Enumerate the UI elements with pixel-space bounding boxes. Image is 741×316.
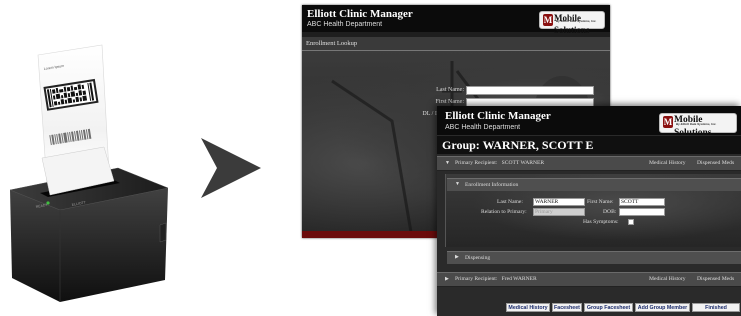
primary-recipient-bar[interactable]: ▶ Primary Recipient: Fred WARNER Medical… (437, 272, 741, 287)
relation-label: Relation to Primary: (481, 209, 527, 215)
add-group-member-button[interactable]: Add Group Member (635, 303, 690, 312)
card-reader-drawing: Lorem Ipsum READY ELLIOTT (9, 44, 169, 302)
app-header: Elliott Clinic Manager ABC Health Depart… (437, 106, 741, 138)
reader-body: READY ELLIOTT (9, 146, 169, 302)
expand-toggle-icon[interactable]: ▶ (445, 273, 449, 286)
dob-label: DOB: (603, 209, 617, 215)
action-button-row: Medical History Facesheet Group Faceshee… (437, 298, 741, 316)
dispensing-section-bar[interactable]: ▶ Dispensing (447, 251, 741, 264)
dispensing-section-title: Dispensing (465, 255, 491, 261)
card-reader-illustration: Lorem Ipsum READY ELLIOTT (0, 40, 175, 310)
logo-letter: M (663, 116, 673, 128)
primary-recipient-bar[interactable]: ▼ Primary Recipient: SCOTT WARNER Medica… (437, 156, 741, 171)
first-name-label: First Name: (435, 99, 465, 105)
group-title: Group: WARNER, SCOTT E (437, 136, 741, 154)
last-name-row: Last Name: (352, 86, 594, 96)
collapse-toggle-icon[interactable]: ▼ (445, 157, 450, 170)
enrollment-section-title: Enrollment Information (465, 182, 519, 188)
facesheet-button[interactable]: Facesheet (552, 303, 582, 312)
app-title: Elliott Clinic Manager (445, 110, 551, 122)
usb-port (159, 222, 167, 243)
dispensed-meds-link[interactable]: Dispensed Meds (697, 157, 734, 170)
mobile-solutions-logo: M Mobile Solutions By Elliott Data Syste… (539, 11, 605, 35)
medical-history-link[interactable]: Medical History (649, 157, 686, 170)
logo-letter: M (543, 14, 553, 26)
medical-history-link[interactable]: Medical History (649, 273, 686, 286)
medical-history-button[interactable]: Medical History (506, 303, 550, 312)
primary-recipient-name: Fred WARNER (501, 276, 537, 282)
symptoms-label: Has Symptoms: (583, 219, 619, 225)
dispensed-meds-link[interactable]: Dispensed Meds (697, 273, 734, 286)
last-name-input[interactable]: WARNER (533, 198, 585, 206)
last-name-label: Last Name: (436, 87, 464, 93)
group-facesheet-button[interactable]: Group Facesheet (584, 303, 633, 312)
logo-tagline: By Elliott Data Systems, Inc. (676, 122, 717, 126)
department-name: ABC Health Department (445, 124, 521, 131)
primary-recipient-name: SCOTT WARNER (501, 160, 545, 166)
primary-recipient-label: Primary Recipient: (455, 276, 498, 282)
first-name-input[interactable]: SCOTT (619, 198, 665, 206)
symptoms-checkbox[interactable] (628, 219, 634, 225)
arrow-right-icon (197, 134, 265, 202)
group-screen: Elliott Clinic Manager ABC Health Depart… (437, 106, 741, 316)
mobile-solutions-logo: M Mobile Solutions By Elliott Data Syste… (659, 113, 737, 138)
relation-select[interactable]: Primary (533, 208, 585, 216)
primary-recipient-label: Primary Recipient: (455, 160, 498, 166)
app-title: Elliott Clinic Manager (307, 8, 413, 20)
enrollment-section-bar[interactable]: ▼ Enrollment Information (447, 178, 741, 191)
dob-input[interactable] (619, 208, 665, 216)
finished-button[interactable]: Finished (692, 303, 740, 312)
logo-tagline: By Elliott Data Systems, Inc. (556, 19, 597, 23)
collapse-toggle-icon[interactable]: ▼ (455, 179, 460, 191)
last-name-label: Last Name: (497, 199, 523, 205)
last-name-input[interactable] (466, 86, 594, 95)
department-name: ABC Health Department (307, 21, 383, 28)
first-name-label: First Name: (587, 199, 614, 205)
app-header: Elliott Clinic Manager ABC Health Depart… (302, 5, 610, 35)
section-title: Enrollment Lookup (302, 37, 610, 51)
expand-toggle-icon[interactable]: ▶ (455, 252, 459, 264)
